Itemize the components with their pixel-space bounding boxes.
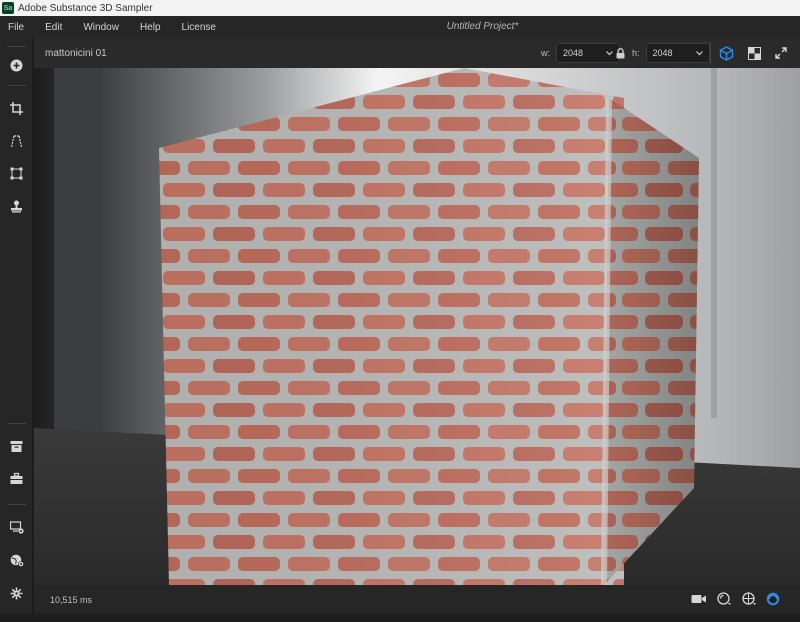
status-bar: 10,515 ms — [34, 585, 800, 613]
settings-icon[interactable] — [8, 585, 25, 602]
3d-viewport[interactable] — [34, 68, 800, 585]
header-divider — [710, 42, 711, 64]
environment-icon[interactable] — [8, 552, 25, 569]
app-title: Adobe Substance 3D Sampler — [18, 2, 153, 14]
project-title-wrap: Untitled Project* — [0, 21, 800, 32]
sidebar-divider — [7, 46, 26, 47]
sidebar-divider — [7, 504, 26, 505]
menu-file[interactable]: File — [8, 22, 24, 33]
sidebar-divider — [7, 423, 26, 424]
menu-license[interactable]: License — [182, 22, 216, 33]
menu-help[interactable]: Help — [140, 22, 161, 33]
height-value: 2048 — [652, 48, 673, 58]
menu-edit[interactable]: Edit — [45, 22, 62, 33]
lock-ratio-icon[interactable] — [614, 45, 626, 61]
3d-view-icon[interactable] — [718, 45, 734, 61]
add-icon[interactable] — [8, 57, 25, 74]
camera-icon[interactable] — [691, 591, 707, 607]
brick-cube-render — [34, 68, 800, 585]
2d-view-icon[interactable] — [746, 45, 762, 61]
height-select[interactable]: 2048 — [645, 43, 710, 63]
display-settings-icon[interactable] — [8, 519, 25, 536]
width-value: 2048 — [563, 48, 584, 58]
viewport-header: mattonicini 01 w: 2048 h: 2048 — [34, 38, 800, 68]
width-control: w: 2048 — [541, 43, 620, 63]
chevron-down-icon — [606, 51, 613, 56]
backdrop-panel — [54, 68, 102, 478]
title-bar: Sa Adobe Substance 3D Sampler — [0, 0, 800, 16]
render-timing: 10,515 ms — [50, 595, 93, 605]
crop-icon[interactable] — [8, 100, 25, 117]
render-mode-icon[interactable] — [765, 591, 781, 607]
sidebar-divider — [7, 85, 26, 86]
archive-icon[interactable] — [8, 438, 25, 455]
height-control: h: 2048 — [632, 43, 710, 63]
menu-bar: File Edit Window Help License Untitled P… — [0, 16, 800, 38]
environment-rotate-icon[interactable] — [741, 591, 757, 607]
backdrop-stand — [711, 68, 717, 418]
window-bottom-edge — [0, 613, 800, 622]
lighting-icon[interactable] — [716, 591, 732, 607]
material-tab-name: mattonicini 01 — [45, 47, 107, 59]
perspective-icon[interactable] — [8, 133, 25, 150]
transform-icon[interactable] — [8, 165, 25, 182]
chevron-down-icon — [695, 51, 703, 56]
app-logo: Sa — [2, 2, 14, 14]
tool-sidebar — [0, 38, 33, 622]
cube-left-shade — [159, 68, 624, 585]
project-title: Untitled Project* — [446, 21, 519, 32]
stamp-icon[interactable] — [8, 198, 25, 215]
width-select[interactable]: 2048 — [556, 43, 620, 63]
toolbox-icon[interactable] — [8, 470, 25, 487]
width-label: w: — [541, 48, 550, 58]
height-label: h: — [632, 48, 640, 58]
fullscreen-icon[interactable] — [773, 45, 789, 61]
menu-window[interactable]: Window — [83, 22, 119, 33]
